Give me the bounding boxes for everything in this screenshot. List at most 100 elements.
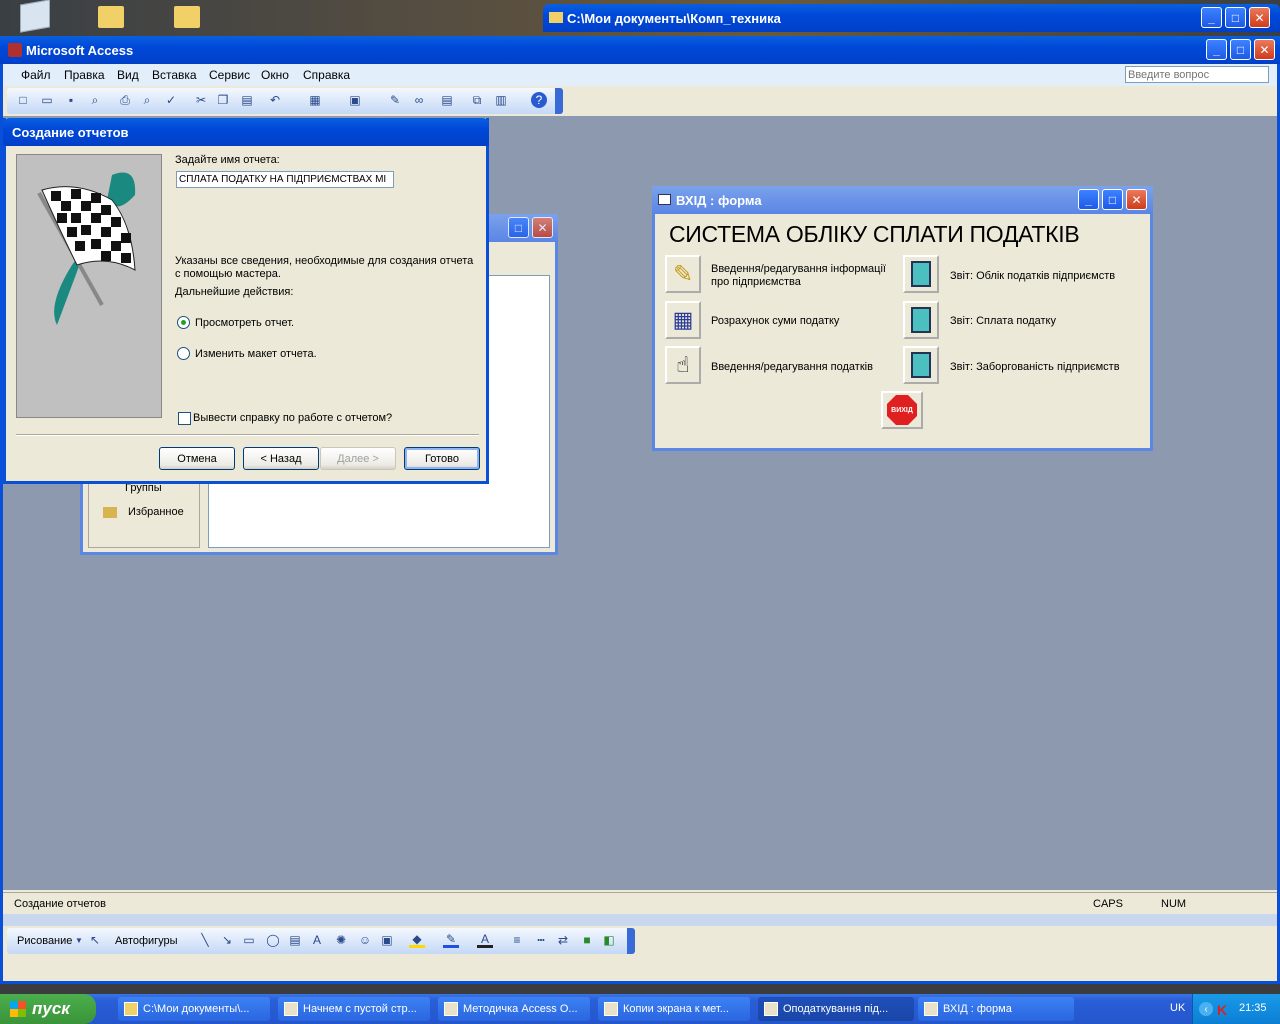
edit-taxes-button[interactable]: ☝ [665,346,701,384]
desktop-icon-mail[interactable] [20,0,50,33]
line-icon[interactable]: ╲ [197,932,213,948]
explorer-window-titlebar[interactable]: C:\Мои документы\Комп_техника _ □ ✕ [543,4,1280,32]
access-maximize-button[interactable]: □ [1230,39,1251,60]
office-links-icon[interactable]: ▦ [307,92,323,108]
task-word-2[interactable]: Методичка Access О... [438,997,590,1021]
cancel-button[interactable]: Отмена [159,447,235,470]
textbox-icon[interactable]: ▤ [287,932,303,948]
preview-report-radio[interactable] [177,316,190,329]
cut-icon[interactable]: ✂ [193,92,209,108]
search-icon[interactable]: ⌕ [87,92,103,108]
form-titlebar[interactable]: ВХІД : форма _ □ ✕ [652,186,1153,214]
modify-layout-radio[interactable] [177,347,190,360]
help-checkbox-label[interactable]: Вывести справку по работе с отчетом? [193,412,392,424]
form-close-button[interactable]: ✕ [1126,189,1147,210]
shadow-icon[interactable]: ■ [579,932,595,948]
report-name-input[interactable] [176,171,394,188]
access-close-button[interactable]: ✕ [1254,39,1275,60]
task-explorer[interactable]: C:\Мои документы\... [118,997,270,1021]
diagram-icon[interactable]: ✺ [333,932,349,948]
properties-icon[interactable]: ▤ [439,92,455,108]
next-button[interactable]: Далее > [320,447,396,470]
start-button[interactable]: пуск [0,994,96,1024]
task-word-3[interactable]: Копии экрана к мет... [598,997,750,1021]
tray-arrow-icon[interactable]: ‹ [1199,1002,1213,1016]
menu-window[interactable]: Окно [261,68,289,82]
form-minimize-button[interactable]: _ [1078,189,1099,210]
finish-button[interactable]: Готово [404,447,480,470]
rectangle-icon[interactable]: ▭ [241,932,257,948]
line-color-icon[interactable]: ✎ [443,932,459,948]
menu-edit[interactable]: Правка [64,68,105,82]
arrow-icon[interactable]: ↘ [219,932,235,948]
new-object-icon[interactable]: ▥ [493,92,509,108]
antivirus-icon[interactable]: K [1217,1002,1227,1018]
favorites-label[interactable]: Избранное [128,506,184,518]
autoshapes-menu[interactable]: Автофигуры [115,935,178,947]
print-preview-icon[interactable]: ⌕ [139,92,155,108]
desktop-folder-icon-2[interactable] [174,6,200,28]
edit-companies-button[interactable]: ✎ [665,255,701,293]
script-icon[interactable]: ∞ [411,92,427,108]
maximize-button[interactable]: □ [1225,7,1246,28]
clipart-icon[interactable]: ☺ [357,932,373,948]
select-objects-icon[interactable]: ↖ [87,932,103,948]
open-icon[interactable]: ▭ [39,92,55,108]
report-tax-accounting-button[interactable] [903,255,939,293]
db-maximize-button[interactable]: □ [508,217,529,238]
notebook-icon-2 [911,307,931,333]
clock[interactable]: 21:35 [1239,1002,1267,1014]
save-icon[interactable]: ▪ [63,92,79,108]
new-icon[interactable]: □ [15,92,31,108]
form-maximize-button[interactable]: □ [1102,189,1123,210]
task-entry-form[interactable]: ВХІД : форма [918,997,1074,1021]
back-button[interactable]: < Назад [243,447,319,470]
task-access-db[interactable]: Оподаткування під... [758,997,914,1021]
paste-icon[interactable]: ▤ [239,92,255,108]
help-icon[interactable]: ? [531,92,547,108]
minimize-button[interactable]: _ [1201,7,1222,28]
picture-icon[interactable]: ▣ [379,932,395,948]
menu-help[interactable]: Справка [303,68,350,82]
fill-color-icon[interactable]: ◆ [409,932,425,948]
form-icon [658,194,671,205]
copy-icon[interactable]: ❐ [215,92,231,108]
wizard-titlebar[interactable]: Создание отчетов [3,118,489,146]
wordart-icon[interactable]: A [309,932,325,948]
calc-tax-button[interactable]: ▦ [665,301,701,339]
exit-button[interactable]: ВИХІД [881,391,923,429]
menu-tools[interactable]: Сервис [209,68,250,82]
help-question-input[interactable] [1125,66,1269,83]
desktop-folder-icon[interactable] [98,6,124,28]
line-style-icon[interactable]: ≡ [509,932,525,948]
report-debts-button[interactable] [903,346,939,384]
task-label: Оподаткування під... [783,1003,889,1015]
preview-report-label[interactable]: Просмотреть отчет. [195,317,294,329]
horizontal-scroll-strip[interactable] [3,914,1277,926]
undo-icon[interactable]: ↶ [267,92,283,108]
drawing-menu[interactable]: Рисование [17,935,72,947]
arrow-style-icon[interactable]: ⇄ [555,932,571,948]
relationships-icon[interactable]: ⧉ [469,92,485,108]
menu-file[interactable]: Файл [21,68,51,82]
spelling-icon[interactable]: ✓ [163,92,179,108]
code-icon[interactable]: ✎ [387,92,403,108]
access-minimize-button[interactable]: _ [1206,39,1227,60]
help-checkbox[interactable] [178,412,191,425]
language-indicator[interactable]: UK [1170,1002,1185,1014]
task-word-1[interactable]: Начнем с пустой стр... [278,997,430,1021]
modify-layout-label[interactable]: Изменить макет отчета. [195,348,317,360]
drawing-toolbar: Рисование ▼ ↖ Автофигуры ╲ ↘ ▭ ◯ ▤ A ✺ ☺… [7,928,635,954]
oval-icon[interactable]: ◯ [265,932,281,948]
access-titlebar[interactable]: Microsoft Access _ □ ✕ [0,36,1280,64]
font-color-icon[interactable]: A [477,932,493,948]
print-icon[interactable]: ⎙ [117,92,133,108]
menu-insert[interactable]: Вставка [152,68,197,82]
3d-icon[interactable]: ◧ [601,932,617,948]
db-close-button[interactable]: ✕ [532,217,553,238]
report-tax-payment-button[interactable] [903,301,939,339]
close-button[interactable]: ✕ [1249,7,1270,28]
menu-view[interactable]: Вид [117,68,139,82]
dash-style-icon[interactable]: ┅ [533,932,549,948]
analyze-icon[interactable]: ▣ [347,92,363,108]
